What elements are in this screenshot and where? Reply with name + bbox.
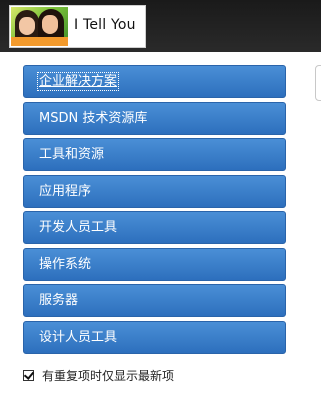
menu-item-developer-tools[interactable]: 开发人员工具 [23, 211, 286, 244]
checkmark-icon [23, 368, 35, 380]
menu-item-enterprise-solutions[interactable]: 企业解决方案 [23, 65, 286, 98]
menu-item-designer-tools[interactable]: 设计人员工具 [23, 320, 286, 354]
menu-item-label: 开发人员工具 [39, 220, 118, 235]
category-menu: 企业解决方案 MSDN 技术资源库 工具和资源 应用程序 开发人员工具 操作系统… [23, 65, 286, 357]
menu-item-msdn-library[interactable]: MSDN 技术资源库 [23, 101, 286, 135]
menu-item-applications[interactable]: 应用程序 [23, 174, 286, 208]
menu-item-servers[interactable]: 服务器 [23, 284, 286, 317]
menu-item-operating-systems[interactable]: 操作系统 [23, 247, 286, 281]
menu-item-label: 应用程序 [39, 183, 92, 199]
logo-photo-image [11, 7, 68, 46]
menu-item-label: 企业解决方案 [36, 72, 120, 91]
menu-item-label: 操作系统 [39, 256, 92, 272]
latest-only-option: 有重复项时仅显示最新项 [23, 367, 174, 383]
latest-only-label[interactable]: 有重复项时仅显示最新项 [42, 367, 174, 384]
menu-item-label: MSDN 技术资源库 [39, 110, 148, 126]
right-panel-edge [315, 65, 321, 101]
menu-item-label: 工具和资源 [39, 147, 105, 162]
menu-item-label: 服务器 [39, 293, 79, 308]
latest-only-checkbox[interactable] [23, 368, 35, 381]
menu-item-tools-resources[interactable]: 工具和资源 [23, 138, 286, 171]
logo-text: I Tell You [74, 17, 136, 33]
site-logo[interactable]: I Tell You [9, 5, 146, 48]
menu-item-label: 设计人员工具 [39, 329, 118, 345]
top-header-bar: I Tell You [0, 0, 321, 52]
